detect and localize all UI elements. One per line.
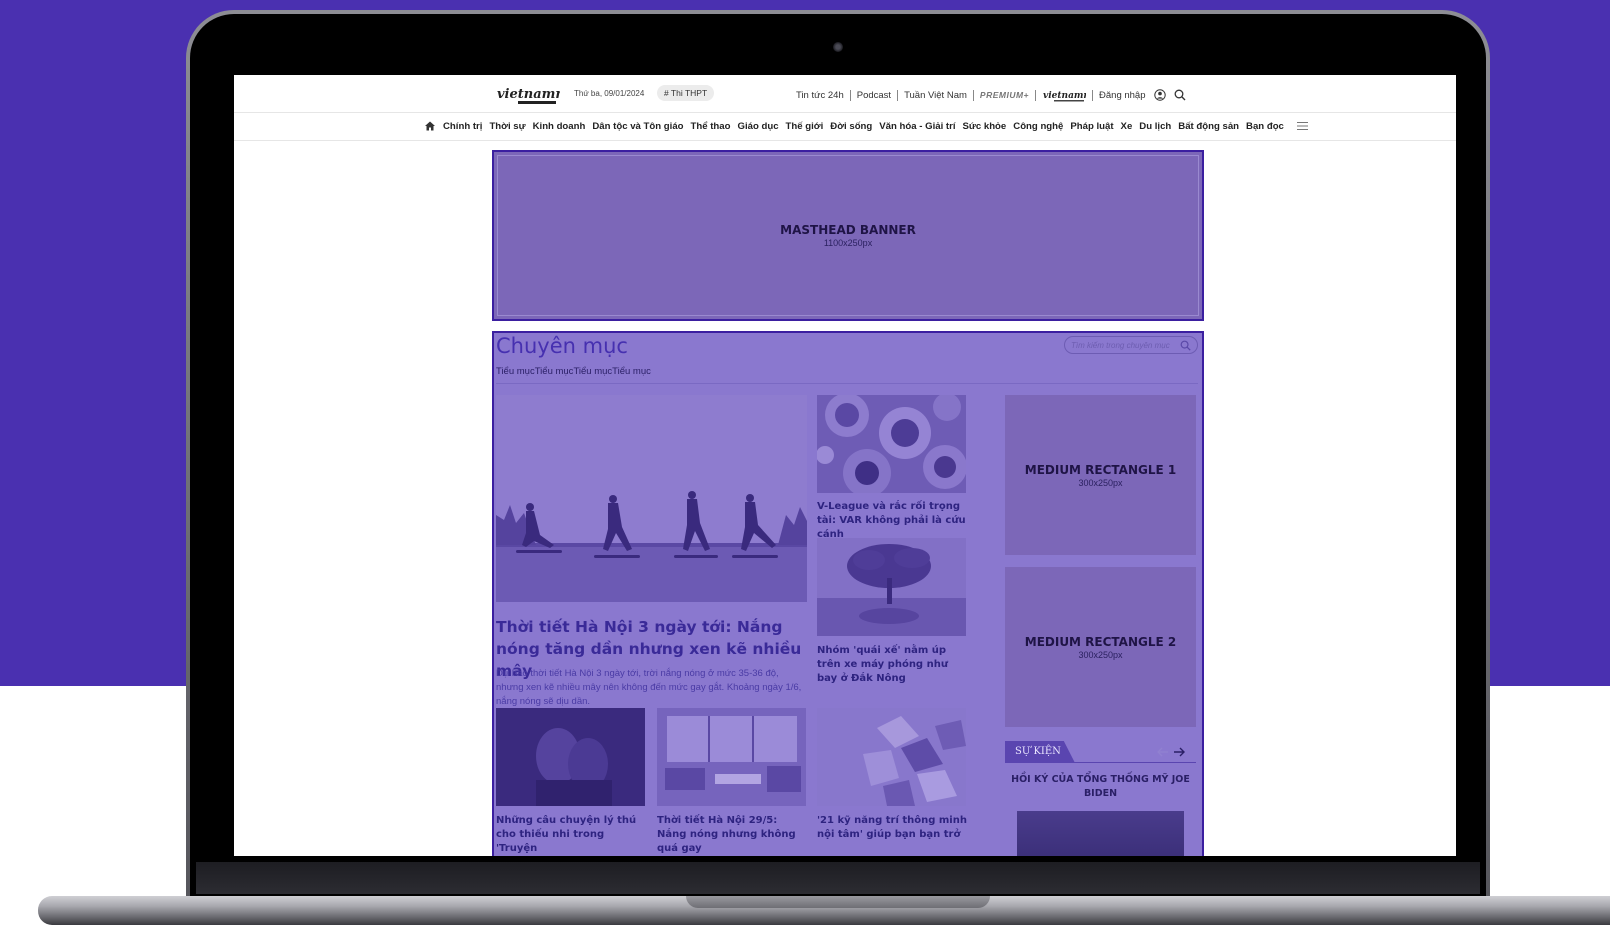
nav-item-suc-khoe[interactable]: Sức khỏe — [963, 121, 1007, 132]
section-search-input[interactable] — [1071, 339, 1177, 351]
section-search — [1064, 336, 1198, 354]
event-label: SỰ KIỆN — [1015, 746, 1061, 757]
medium-rectangle-ad-2[interactable]: MEDIUM RECTANGLE 2 300x250px — [1005, 567, 1196, 727]
header-links: Tin tức 24h Podcast Tuần Việt Nam PREMIU… — [796, 87, 1186, 103]
event-image[interactable] — [1017, 811, 1184, 856]
nav-item-du-lich[interactable]: Du lịch — [1139, 121, 1171, 132]
featured-article-sapo: Dự báo thời tiết Hà Nội 3 ngày tới, trời… — [496, 668, 802, 707]
arrow-left-icon[interactable] — [1155, 745, 1171, 759]
divider — [849, 89, 851, 101]
ad-size: 300x250px — [1078, 477, 1123, 488]
bottom-article-title[interactable]: Những câu chuyện lý thú cho thiếu nhi tr… — [496, 814, 646, 856]
ad-size: 300x250px — [1078, 649, 1123, 660]
vietnamnet-logo-icon: vietnamnet — [497, 87, 560, 104]
nav-item-kinh-doanh[interactable]: Kinh doanh — [533, 121, 586, 132]
nav-item-doi-song[interactable]: Đời sống — [830, 121, 872, 132]
bottom-article-image[interactable] — [657, 708, 806, 806]
masthead-banner-size: 1100x250px — [823, 238, 873, 248]
link-tin-tuc-24h[interactable]: Tin tức 24h — [796, 90, 844, 101]
hamburger-menu-icon[interactable] — [1296, 121, 1308, 131]
svg-text:vietnamnet: vietnamnet — [1043, 91, 1086, 101]
bottom-article-image[interactable] — [496, 708, 645, 806]
arrow-right-icon[interactable] — [1171, 745, 1187, 759]
event-title[interactable]: HỒI KÝ CỦA TỔNG THỐNG MỸ JOE BIDEN — [1009, 773, 1192, 801]
svg-text:vietnamnet: vietnamnet — [497, 87, 560, 102]
vietnamnet-global-link[interactable]: vietnamnet — [1042, 87, 1086, 103]
home-icon[interactable] — [424, 120, 436, 132]
nav-item-dan-toc-ton-giao[interactable]: Dân tộc và Tôn giáo — [592, 121, 683, 132]
nav-item-thoi-su[interactable]: Thời sự — [489, 121, 525, 132]
side-article-image[interactable] — [817, 395, 966, 493]
nav-item-ban-doc[interactable]: Bạn đọc — [1246, 121, 1284, 132]
nav-item-the-gioi[interactable]: Thế giới — [786, 121, 824, 132]
subcategory-nav: Tiểu mục Tiểu mục Tiểu mục Tiểu mục — [496, 366, 651, 377]
laptop-bezel-bottom — [196, 862, 1480, 894]
nav-item-chinh-tri[interactable]: Chính trị — [443, 121, 482, 132]
bottom-article-title[interactable]: Thời tiết Hà Nội 29/5: Nắng nóng nhưng k… — [657, 814, 807, 856]
side-article-title[interactable]: V-League và rắc rối trọng tài: VAR không… — [817, 500, 967, 542]
bottom-article-title[interactable]: '21 kỹ năng trí thông minh nội tâm' giúp… — [817, 814, 967, 842]
side-article-title[interactable]: Nhóm 'quái xế' nằm úp trên xe máy phóng … — [817, 644, 967, 686]
nav-item-phap-luat[interactable]: Pháp luật — [1070, 121, 1113, 132]
hashtag-badge[interactable]: # Thi THPT — [657, 85, 715, 101]
event-pager — [1155, 745, 1187, 759]
nav-item-van-hoa-giai-tri[interactable]: Văn hóa - Giải trí — [879, 121, 955, 132]
site-header: vietnamnet Thứ ba, 09/01/2024 # Thi THPT… — [234, 75, 1456, 113]
subcategory-item[interactable]: Tiểu mục — [612, 366, 651, 377]
event-tab[interactable]: SỰ KIỆN — [1005, 741, 1075, 763]
link-premium[interactable]: PREMIUM+ — [980, 90, 1029, 100]
laptop-base-notch — [686, 896, 990, 908]
link-tuan-viet-nam[interactable]: Tuần Việt Nam — [904, 90, 967, 101]
divider — [897, 89, 899, 101]
nav-item-bat-dong-san[interactable]: Bất động sản — [1178, 121, 1239, 132]
category-section: Chuyên mục Tiểu mục Tiểu mục Tiểu mục Ti… — [492, 331, 1204, 856]
divider — [972, 89, 974, 101]
user-icon[interactable] — [1153, 89, 1166, 101]
divider — [1005, 762, 1196, 763]
featured-article-image[interactable] — [496, 395, 807, 602]
login-link[interactable]: Đăng nhập — [1099, 90, 1145, 101]
subcategory-item[interactable]: Tiểu mục — [496, 366, 535, 377]
laptop-screen: vietnamnet Thứ ba, 09/01/2024 # Thi THPT… — [234, 75, 1456, 856]
nav-item-cong-nghe[interactable]: Công nghệ — [1013, 121, 1063, 132]
search-icon[interactable] — [1180, 340, 1191, 351]
ad-title: MEDIUM RECTANGLE 2 — [1024, 634, 1177, 649]
divider — [1092, 89, 1094, 101]
subcategory-item[interactable]: Tiểu mục — [535, 366, 574, 377]
divider — [496, 383, 1198, 384]
header-date: Thứ ba, 09/01/2024 — [574, 89, 645, 98]
nav-item-the-thao[interactable]: Thể thao — [691, 121, 731, 132]
masthead-banner[interactable]: MASTHEAD BANNER 1100x250px — [492, 150, 1204, 321]
side-article-image[interactable] — [817, 538, 966, 636]
ad-title: MEDIUM RECTANGLE 1 — [1024, 462, 1177, 477]
camera-icon — [833, 42, 843, 52]
section-title: Chuyên mục — [496, 334, 628, 358]
masthead-banner-title: MASTHEAD BANNER — [780, 223, 916, 237]
link-podcast[interactable]: Podcast — [857, 90, 891, 101]
search-icon[interactable] — [1174, 89, 1186, 101]
nav-item-giao-duc[interactable]: Giáo dục — [738, 121, 779, 132]
vietnamnet-global-logo-icon: vietnamnet — [1043, 91, 1086, 102]
nav-item-xe[interactable]: Xe — [1121, 121, 1133, 132]
bottom-article-image[interactable] — [817, 708, 966, 806]
event-widget: SỰ KIỆN HỒI KÝ CỦA TỔNG THỐNG MỸ JOE BID… — [1005, 741, 1196, 856]
divider — [1035, 89, 1037, 101]
subcategory-item[interactable]: Tiểu mục — [573, 366, 612, 377]
main-nav: Chính trị Thời sự Kinh doanh Dân tộc và … — [234, 114, 1456, 141]
medium-rectangle-ad-1[interactable]: MEDIUM RECTANGLE 1 300x250px — [1005, 395, 1196, 555]
site-logo[interactable]: vietnamnet — [496, 83, 560, 107]
